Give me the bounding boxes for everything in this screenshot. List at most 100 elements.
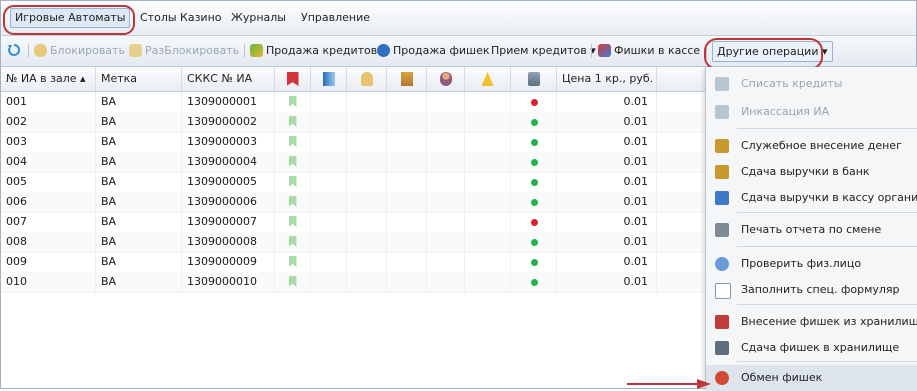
column-header-tag[interactable]: Метка bbox=[96, 67, 182, 91]
cell-bookmark bbox=[275, 272, 311, 292]
cell-tag: BA bbox=[96, 232, 182, 252]
menu-item[interactable]: Обмен фишек bbox=[706, 365, 917, 391]
table-row[interactable]: 004 BA 1309000004 0.01 bbox=[1, 152, 714, 173]
cell-empty bbox=[465, 92, 511, 112]
menu-item[interactable]: Сдача выручки в банк bbox=[706, 159, 917, 185]
cell-empty bbox=[387, 172, 427, 192]
menu-item[interactable]: Инкассация ИА bbox=[706, 99, 917, 125]
table-row[interactable]: 003 BA 1309000003 0.01 bbox=[1, 132, 714, 153]
column-header-terminal[interactable] bbox=[511, 67, 557, 91]
toolbar: Блокировать РазБлокировать Продажа креди… bbox=[1, 36, 916, 67]
menu-item[interactable]: Проверить физ.лицо bbox=[706, 251, 917, 277]
menu-item[interactable]: Служебное внесение денег bbox=[706, 133, 917, 159]
menu-item[interactable]: Печать отчета по смене bbox=[706, 217, 917, 243]
cell-num: 005 bbox=[1, 172, 96, 192]
menu-item[interactable]: Сдача выручки в кассу организации bbox=[706, 185, 917, 211]
cell-status bbox=[511, 112, 557, 132]
lock-icon bbox=[34, 44, 47, 57]
cell-empty bbox=[311, 92, 347, 112]
table-row[interactable]: 008 BA 1309000008 0.01 bbox=[1, 232, 714, 253]
cell-empty bbox=[311, 232, 347, 252]
cell-skks: 1309000003 bbox=[182, 132, 275, 152]
table-row[interactable]: 009 BA 1309000009 0.01 bbox=[1, 252, 714, 273]
table-row[interactable]: 007 BA 1309000007 0.01 bbox=[1, 212, 714, 233]
column-header-door[interactable] bbox=[311, 67, 347, 91]
cell-status bbox=[511, 192, 557, 212]
menu-item[interactable]: Списать кредиты bbox=[706, 71, 917, 97]
menu-separator bbox=[737, 212, 917, 213]
chips-exchange-icon bbox=[715, 371, 729, 385]
cell-tag: BA bbox=[96, 92, 182, 112]
menu-journals[interactable]: Журналы bbox=[231, 10, 286, 26]
other-operations-dropdown[interactable]: Другие операции ▾ bbox=[712, 41, 833, 62]
menu-item-label: Служебное внесение денег bbox=[741, 139, 902, 152]
cell-empty bbox=[347, 252, 387, 272]
refresh-button[interactable] bbox=[7, 43, 21, 59]
cell-status bbox=[511, 272, 557, 292]
cell-num: 001 bbox=[1, 92, 96, 112]
cell-empty bbox=[387, 152, 427, 172]
menu-item-label: Списать кредиты bbox=[741, 77, 843, 90]
chips-in-cash-button[interactable]: Фишки в кассе bbox=[598, 43, 700, 59]
menu-item-label: Сдача фишек в хранилище bbox=[741, 341, 900, 354]
table-row[interactable]: 006 BA 1309000006 0.01 bbox=[1, 192, 714, 213]
sell-chips-button[interactable]: Продажа фишек bbox=[377, 43, 490, 59]
menu-management[interactable]: Управление bbox=[301, 10, 370, 26]
menu-item[interactable]: Внесение фишек из хранилища bbox=[706, 309, 917, 335]
cell-empty bbox=[311, 112, 347, 132]
menu-item[interactable]: Заполнить спец. формуляр bbox=[706, 277, 917, 303]
bookmark-icon bbox=[288, 156, 297, 167]
cell-empty bbox=[311, 152, 347, 172]
receive-credits-dropdown[interactable]: Прием кредитов ▾ bbox=[491, 43, 596, 59]
table-row[interactable]: 005 BA 1309000005 0.01 bbox=[1, 172, 714, 193]
column-header-price[interactable]: Цена 1 кр., руб. bbox=[557, 67, 657, 91]
column-header-skks[interactable]: СККС № ИА bbox=[182, 67, 275, 91]
menu-casino-tables[interactable]: Столы Казино bbox=[140, 10, 222, 26]
bookmark-icon bbox=[288, 116, 297, 127]
cell-skks: 1309000007 bbox=[182, 212, 275, 232]
menu-slot-machines[interactable]: Игровые Автоматы bbox=[10, 8, 131, 28]
cell-bookmark bbox=[275, 252, 311, 272]
menu-item-label: Заполнить спец. формуляр bbox=[741, 283, 900, 296]
menu-item[interactable]: Сдача фишек в хранилище bbox=[706, 335, 917, 361]
column-header-person[interactable] bbox=[427, 67, 465, 91]
toolbar-separator bbox=[706, 44, 707, 58]
table-row[interactable]: 010 BA 1309000010 0.01 bbox=[1, 272, 714, 293]
form-icon bbox=[715, 283, 731, 299]
column-header-warning[interactable] bbox=[465, 67, 511, 91]
cell-bookmark bbox=[275, 212, 311, 232]
unblock-button[interactable]: РазБлокировать bbox=[129, 43, 239, 59]
bank-icon bbox=[715, 139, 729, 153]
cell-num: 008 bbox=[1, 232, 96, 252]
menu-separator bbox=[737, 246, 917, 247]
block-button[interactable]: Блокировать bbox=[34, 43, 125, 59]
users-icon bbox=[715, 257, 729, 271]
annotation-arrow-icon bbox=[627, 379, 711, 389]
toolbar-separator bbox=[591, 44, 592, 58]
other-operations-menu: Списать кредиты Инкассация ИА Служебное вн… bbox=[705, 67, 917, 391]
column-header-bookmark[interactable] bbox=[275, 67, 311, 91]
door-icon bbox=[322, 72, 335, 86]
table-row[interactable]: 001 BA 1309000001 0.01 bbox=[1, 92, 714, 113]
column-header-coins[interactable] bbox=[387, 67, 427, 91]
write-off-icon bbox=[715, 77, 729, 91]
column-header-lock[interactable] bbox=[347, 67, 387, 91]
table-row[interactable]: 002 BA 1309000002 0.01 bbox=[1, 112, 714, 133]
cell-price: 0.01 bbox=[557, 92, 657, 112]
cell-tag: BA bbox=[96, 212, 182, 232]
status-green-icon bbox=[530, 159, 538, 166]
cell-tag: BA bbox=[96, 252, 182, 272]
collection-icon bbox=[715, 105, 729, 119]
cell-empty bbox=[427, 172, 465, 192]
column-header-number[interactable]: № ИА в зале ▴ bbox=[1, 67, 96, 91]
cell-price: 0.01 bbox=[557, 192, 657, 212]
sell-credits-button[interactable]: Продажа кредитов bbox=[250, 43, 377, 59]
menu-item-label: Инкассация ИА bbox=[741, 105, 830, 118]
cell-empty bbox=[387, 212, 427, 232]
cell-num: 003 bbox=[1, 132, 96, 152]
receive-credits-label: Прием кредитов ▾ bbox=[491, 44, 596, 57]
status-green-icon bbox=[530, 199, 538, 206]
chips-in-cash-label: Фишки в кассе bbox=[614, 44, 701, 57]
bookmark-icon bbox=[288, 256, 297, 267]
cell-empty bbox=[347, 192, 387, 212]
